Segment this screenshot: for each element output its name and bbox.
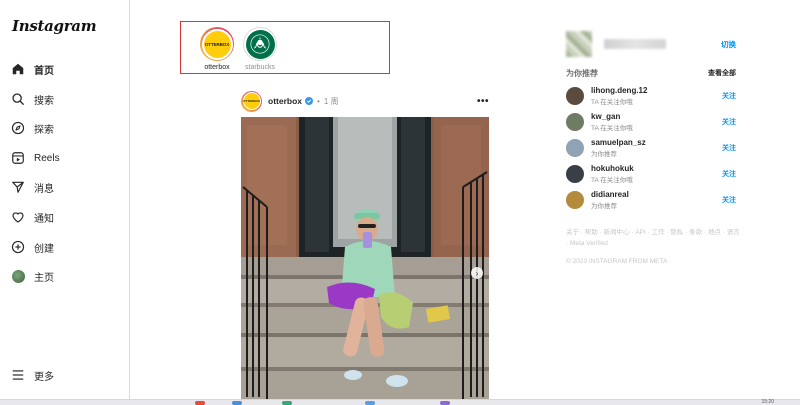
suggestion-name[interactable]: lihong.deng.12 [591,86,647,95]
current-user-avatar-blurred[interactable] [566,31,592,57]
suggestion-reason: TA 在关注你哦 [591,99,633,106]
instagram-logo[interactable]: Instagram [12,17,97,35]
story-name: otterbox [204,64,230,71]
nav-profile-label: 主页 [34,272,54,284]
taskbar-app-icon[interactable] [440,401,450,405]
nav-search-label: 搜索 [34,95,54,107]
switch-account-link[interactable]: 切换 [721,39,736,50]
menu-icon [11,368,25,382]
taskbar-app-icon[interactable] [195,401,205,405]
taskbar-app-icon[interactable] [365,401,375,405]
suggestion-name[interactable]: samuelpan_sz [591,138,646,147]
current-user-name-blurred [604,39,666,49]
nav-messages[interactable]: 消息 [11,176,54,198]
post-image[interactable]: › [241,117,489,401]
post-separator: • [317,96,320,106]
nav-home-label: 首页 [34,65,54,77]
verified-badge-icon [305,97,313,105]
story-ring: OTTERBOX [200,27,234,61]
suggestion-reason: 为你推荐 [591,151,617,158]
nav-reels[interactable]: Reels [11,147,60,169]
see-all-link[interactable]: 查看全部 [708,68,736,79]
nav-create[interactable]: 创建 [11,236,54,258]
follow-button[interactable]: 关注 [722,169,736,179]
suggestion-row: kw_gan TA 在关注你哦 关注 [566,111,736,133]
suggestion-avatar[interactable] [566,165,584,183]
suggestion-avatar[interactable] [566,87,584,105]
suggestion-row: samuelpan_sz 为你推荐 关注 [566,137,736,159]
post-header: OTTERBOX otterbox • 1 周 ••• [241,90,489,112]
nav-notifications[interactable]: 通知 [11,206,54,228]
footer-links[interactable]: 关于 · 帮助 · 新闻中心 · API · 工作 · 隐私 · 条款 · 地点… [566,227,741,249]
suggestion-name[interactable]: didianreal [591,190,629,199]
nav-reels-label: Reels [34,152,60,164]
post-time: 1 周 [323,96,339,106]
story-name: starbucks [245,64,275,71]
suggestion-name[interactable]: hokuhokuk [591,164,634,173]
profile-avatar [11,269,25,283]
suggestion-avatar[interactable] [566,191,584,209]
starbucks-logo [245,29,275,59]
taskbar: 15:20 [0,399,800,405]
taskbar-clock: 15:20 [761,399,774,405]
compass-icon [11,121,25,135]
taskbar-app-icon[interactable] [282,401,292,405]
post-username[interactable]: otterbox [268,96,302,106]
nav-more[interactable]: 更多 [11,364,54,386]
suggestion-reason: TA 在关注你哦 [591,177,633,184]
plus-square-icon [11,240,25,254]
story-starbucks[interactable]: starbucks [235,27,285,71]
follow-button[interactable]: 关注 [722,117,736,127]
otterbox-logo: OTTERBOX [203,30,231,58]
heart-icon [11,210,25,224]
nav-profile[interactable]: 主页 [11,265,54,287]
nav-notifications-label: 通知 [34,213,54,225]
nav-explore-label: 探索 [34,124,54,136]
nav-messages-label: 消息 [34,183,54,195]
suggestion-row: didianreal 为你推荐 关注 [566,189,736,211]
suggestion-avatar[interactable] [566,113,584,131]
send-icon [11,180,25,194]
taskbar-app-icon[interactable] [232,401,242,405]
nav-create-label: 创建 [34,243,54,255]
reels-icon [11,151,25,165]
nav-more-label: 更多 [34,371,54,383]
suggestions-header: 为你推荐 查看全部 [566,68,736,79]
suggestion-name[interactable]: kw_gan [591,112,633,121]
post-more-button[interactable]: ••• [477,96,489,107]
nav-search[interactable]: 搜索 [11,88,54,110]
search-icon [11,92,25,106]
suggestion-row: lihong.deng.12 TA 在关注你哦 关注 [566,85,736,107]
current-user-row: 切换 [566,31,736,57]
post-avatar[interactable]: OTTERBOX [241,90,262,112]
suggestion-reason: TA 在关注你哦 [591,125,633,132]
story-ring [243,27,277,61]
home-icon [11,62,25,76]
carousel-next-button[interactable]: › [471,267,483,279]
nav-home[interactable]: 首页 [11,58,54,80]
sidebar: Instagram 首页 搜索 探索 Reels 消息 通知 创建 主页 更多 [0,0,130,405]
suggestion-avatar[interactable] [566,139,584,157]
follow-button[interactable]: 关注 [722,143,736,153]
follow-button[interactable]: 关注 [722,91,736,101]
suggestion-row: hokuhokuk TA 在关注你哦 关注 [566,163,736,185]
suggestions-title: 为你推荐 [566,69,598,78]
nav-explore[interactable]: 探索 [11,117,54,139]
follow-button[interactable]: 关注 [722,195,736,205]
copyright: © 2023 INSTAGRAM FROM META [566,258,668,265]
suggestion-reason: 为你推荐 [591,203,617,210]
